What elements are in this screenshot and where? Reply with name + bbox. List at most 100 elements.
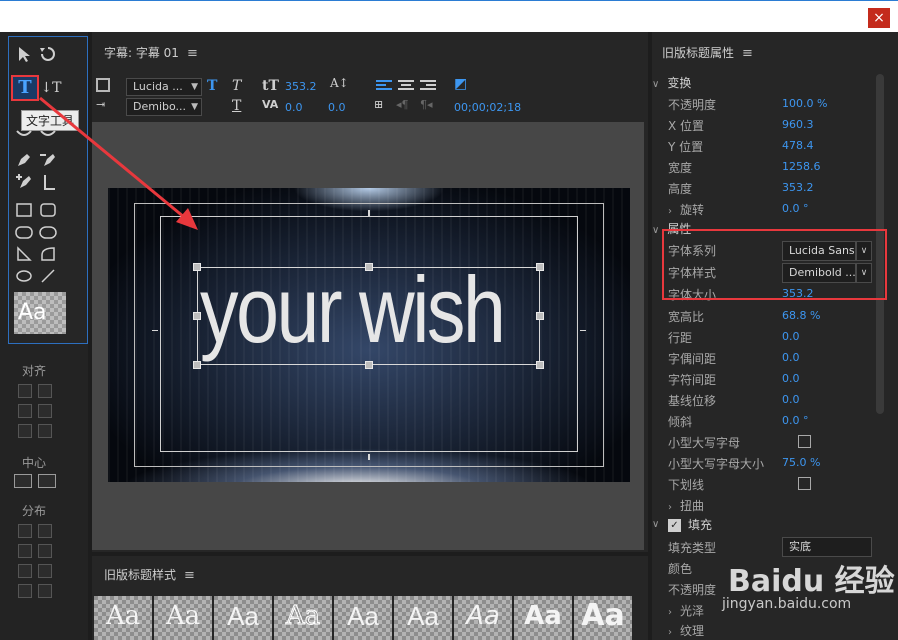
- properties-panel-header: 旧版标题属性 ≡: [662, 44, 753, 61]
- align-center-text-icon[interactable]: [398, 80, 414, 92]
- prop-value[interactable]: 75.0 %: [782, 456, 820, 469]
- prop-value[interactable]: 960.3: [782, 118, 814, 131]
- chevron-right-icon[interactable]: ›: [668, 607, 672, 618]
- center-horizontal-icon[interactable]: [14, 474, 32, 488]
- rounded-corner-tool-icon[interactable]: [37, 221, 59, 243]
- show-background-video-icon[interactable]: ◩: [454, 76, 467, 92]
- style-swatch[interactable]: Aa: [154, 596, 212, 640]
- style-swatch[interactable]: Aa: [454, 596, 512, 640]
- line-tool-icon[interactable]: [37, 265, 59, 287]
- resize-handle-ne[interactable]: [536, 263, 544, 271]
- resize-handle-nw[interactable]: [193, 263, 201, 271]
- transform-section[interactable]: ∨ 变换: [652, 74, 691, 94]
- close-button[interactable]: ×: [868, 8, 890, 28]
- distribute-hcenter-icon[interactable]: [18, 544, 32, 558]
- distribute-top-icon[interactable]: [38, 524, 52, 538]
- prop-value[interactable]: 353.2: [782, 181, 814, 194]
- arc-tool-icon[interactable]: [37, 243, 59, 265]
- resize-handle-w[interactable]: [193, 312, 201, 320]
- panel-menu-icon[interactable]: ≡: [184, 568, 195, 583]
- chevron-right-icon[interactable]: ›: [668, 502, 672, 513]
- prop-value[interactable]: 1258.6: [782, 160, 821, 173]
- style-swatch[interactable]: Aa: [514, 596, 572, 640]
- align-top-icon[interactable]: [38, 384, 52, 398]
- path-type-tool-icon[interactable]: [13, 123, 35, 145]
- prop-value[interactable]: 0.0: [782, 372, 800, 385]
- small-caps-checkbox[interactable]: [798, 435, 811, 448]
- chevron-right-icon[interactable]: ›: [668, 206, 672, 217]
- delete-anchor-tool-icon[interactable]: [37, 149, 59, 171]
- distribute-right-icon[interactable]: [18, 564, 32, 578]
- tab-stops-ruler-icon[interactable]: ⊞: [374, 98, 383, 111]
- distribute-left-icon[interactable]: [18, 524, 32, 538]
- prop-label: 字符间距: [668, 373, 717, 387]
- prop-value[interactable]: 0.0 °: [782, 414, 809, 427]
- rounded-rectangle-tool-icon[interactable]: [13, 221, 35, 243]
- style-swatch[interactable]: Aa: [274, 596, 332, 640]
- resize-handle-n[interactable]: [365, 263, 373, 271]
- leading-value[interactable]: 0.0: [328, 101, 346, 114]
- clipped-rectangle-tool-icon[interactable]: [37, 199, 59, 221]
- font-style-dropdown[interactable]: Demibo... ▼: [126, 98, 202, 116]
- kerning-value[interactable]: 0.0: [285, 101, 303, 114]
- rotation-tool-icon[interactable]: [37, 43, 59, 65]
- style-preview-swatch[interactable]: Aa: [14, 292, 66, 334]
- tab-stops-icon[interactable]: ⇥: [96, 98, 105, 111]
- fill-type-select[interactable]: 实底: [782, 537, 872, 557]
- panel-menu-icon[interactable]: ≡: [187, 46, 198, 61]
- timecode-value[interactable]: 00;00;02;18: [454, 101, 521, 114]
- resize-handle-s[interactable]: [365, 361, 373, 369]
- align-left-text-icon[interactable]: [376, 80, 392, 92]
- italic-icon[interactable]: T: [232, 78, 241, 94]
- underline-icon[interactable]: T: [232, 98, 241, 114]
- prop-value[interactable]: 478.4: [782, 139, 814, 152]
- align-right-icon[interactable]: [18, 424, 32, 438]
- vertical-path-type-tool-icon[interactable]: [37, 123, 59, 145]
- resize-handle-e[interactable]: [536, 312, 544, 320]
- style-swatch[interactable]: Aa: [394, 596, 452, 640]
- text-bounding-box[interactable]: [197, 267, 540, 365]
- panel-menu-icon[interactable]: ≡: [742, 46, 753, 61]
- selection-tool-icon[interactable]: [13, 43, 35, 65]
- prop-value[interactable]: 68.8 %: [782, 309, 820, 322]
- video-frame[interactable]: your wish: [108, 188, 630, 482]
- align-hcenter-icon[interactable]: [18, 404, 32, 418]
- background-video-icon[interactable]: [96, 78, 110, 92]
- properties-panel-title: 旧版标题属性: [662, 46, 735, 60]
- type-tool-button[interactable]: T: [11, 75, 39, 101]
- style-swatch[interactable]: Aa: [94, 596, 152, 640]
- rectangle-tool-icon[interactable]: [13, 199, 35, 221]
- align-bottom-icon[interactable]: [38, 424, 52, 438]
- distribute-vcenter-icon[interactable]: [38, 544, 52, 558]
- distribute-vspace-icon[interactable]: [38, 584, 52, 598]
- underline-checkbox[interactable]: [798, 477, 811, 490]
- font-size-value[interactable]: 353.2: [285, 80, 317, 93]
- align-vcenter-icon[interactable]: [38, 404, 52, 418]
- resize-handle-sw[interactable]: [193, 361, 201, 369]
- style-swatch[interactable]: Aa: [334, 596, 392, 640]
- style-swatch[interactable]: Aa: [214, 596, 272, 640]
- fill-section[interactable]: ∨: [652, 516, 667, 536]
- font-family-dropdown[interactable]: Lucida ... ▼: [126, 78, 202, 96]
- prop-value[interactable]: 0.0 °: [782, 202, 809, 215]
- prop-value[interactable]: 0.0: [782, 393, 800, 406]
- prop-value[interactable]: 100.0 %: [782, 97, 827, 110]
- prop-value[interactable]: 0.0: [782, 330, 800, 343]
- ellipse-tool-icon[interactable]: [13, 265, 35, 287]
- vertical-type-tool-icon[interactable]: ↓T: [39, 77, 63, 99]
- distribute-hspace-icon[interactable]: [18, 584, 32, 598]
- center-vertical-icon[interactable]: [38, 474, 56, 488]
- fill-checkbox[interactable]: ✓: [668, 519, 681, 532]
- bold-icon[interactable]: T: [207, 78, 217, 94]
- distribute-bottom-icon[interactable]: [38, 564, 52, 578]
- wedge-tool-icon[interactable]: [13, 243, 35, 265]
- style-swatch[interactable]: Aa: [574, 596, 632, 640]
- add-anchor-tool-icon[interactable]: [13, 171, 35, 193]
- prop-value[interactable]: 0.0: [782, 351, 800, 364]
- chevron-right-icon[interactable]: ›: [668, 627, 672, 638]
- align-left-icon[interactable]: [18, 384, 32, 398]
- convert-anchor-tool-icon[interactable]: [37, 171, 59, 193]
- pen-tool-icon[interactable]: [13, 149, 35, 171]
- resize-handle-se[interactable]: [536, 361, 544, 369]
- align-right-text-icon[interactable]: [420, 80, 436, 92]
